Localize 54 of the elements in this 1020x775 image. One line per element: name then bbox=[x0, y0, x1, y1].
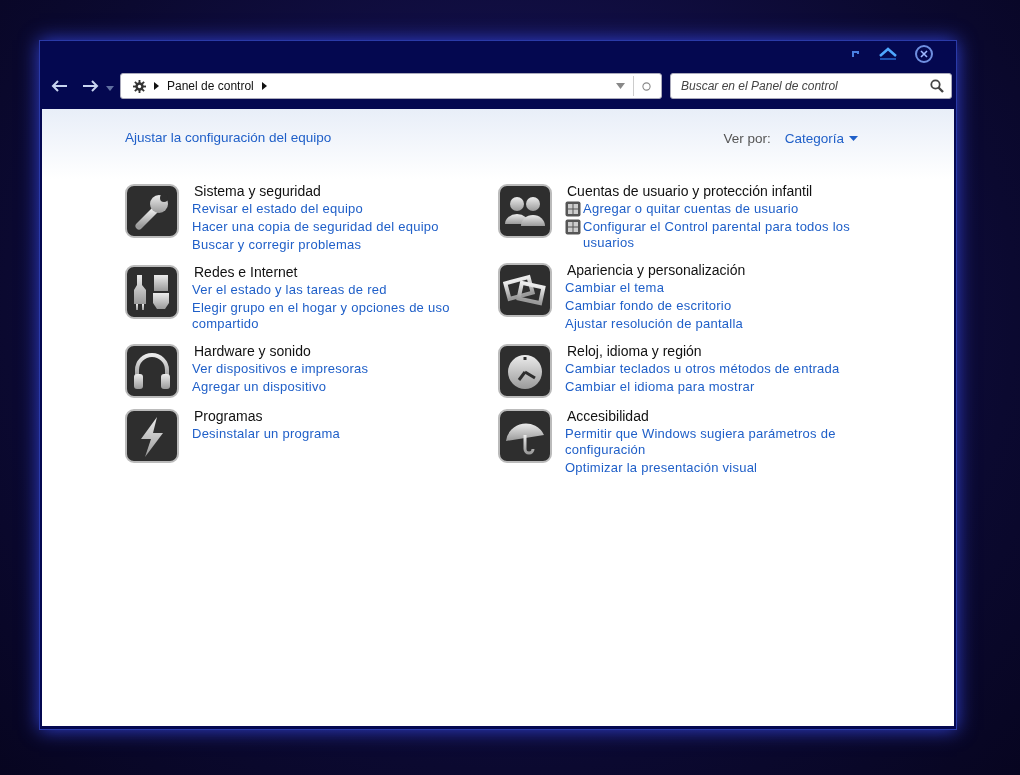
category-title[interactable]: Apariencia y personalización bbox=[567, 261, 746, 279]
task-link[interactable]: Cambiar el tema bbox=[565, 279, 665, 297]
windows-shield-icon bbox=[565, 201, 581, 217]
task-link[interactable]: Agregar un dispositivo bbox=[192, 378, 327, 396]
task-link[interactable]: Elegir grupo en el hogar y opciones de uso compartido bbox=[192, 299, 467, 333]
task-link[interactable]: Cambiar el idioma para mostrar bbox=[565, 378, 755, 396]
category-title[interactable]: Redes e Internet bbox=[194, 263, 467, 281]
category-title[interactable]: Accesibilidad bbox=[567, 407, 840, 425]
task-link[interactable]: Ajustar resolución de pantalla bbox=[565, 315, 744, 333]
task-link[interactable]: Desinstalar un programa bbox=[192, 425, 341, 443]
task-link[interactable]: Cambiar teclados u otros métodos de entrada bbox=[565, 360, 840, 378]
category-title[interactable]: Hardware y sonido bbox=[194, 342, 369, 360]
forward-arrow-icon[interactable] bbox=[82, 79, 100, 93]
task-link[interactable]: Ver dispositivos e impresoras bbox=[192, 360, 369, 378]
dropdown-caret-icon[interactable] bbox=[616, 83, 625, 89]
task-link[interactable]: Revisar el estado del equipo bbox=[192, 200, 364, 218]
task-link[interactable]: Permitir que Windows sugiera parámetros de configuración bbox=[565, 425, 840, 459]
task-link[interactable]: Ver el estado y las tareas de red bbox=[192, 281, 387, 299]
photos-icon[interactable] bbox=[498, 263, 552, 317]
category-title[interactable]: Sistema y seguridad bbox=[194, 182, 439, 200]
maximize-icon[interactable] bbox=[878, 47, 898, 61]
dropdown-caret-icon[interactable] bbox=[849, 136, 858, 141]
chevron-icon[interactable] bbox=[154, 82, 159, 90]
back-arrow-icon[interactable] bbox=[50, 79, 68, 93]
search-field[interactable]: Buscar en el Panel de control bbox=[670, 73, 952, 99]
task-link[interactable]: Cambiar fondo de escritorio bbox=[565, 297, 732, 315]
refresh-icon[interactable] bbox=[642, 81, 651, 91]
umbrella-icon[interactable] bbox=[498, 409, 552, 463]
minimize-icon[interactable] bbox=[850, 48, 862, 60]
task-link[interactable]: Hacer una copia de seguridad del equipo bbox=[192, 218, 439, 236]
caret-icon[interactable] bbox=[106, 85, 114, 91]
plug-icon[interactable] bbox=[125, 265, 179, 319]
page-heading: Ajustar la configuración del equipo bbox=[125, 129, 333, 145]
clock-icon[interactable] bbox=[498, 344, 552, 398]
view-by-label: Ver por: bbox=[723, 131, 771, 146]
category-title[interactable]: Programas bbox=[194, 407, 341, 425]
task-link[interactable]: Agregar o quitar cuentas de usuario bbox=[583, 200, 799, 218]
close-icon[interactable] bbox=[914, 44, 934, 64]
category-title[interactable]: Reloj, idioma y región bbox=[567, 342, 840, 360]
breadcrumb[interactable]: Panel de control bbox=[167, 79, 254, 93]
gear-icon bbox=[133, 79, 146, 93]
view-by-dropdown[interactable]: Categoría bbox=[784, 131, 858, 146]
chevron-icon[interactable] bbox=[261, 82, 267, 90]
wrench-icon[interactable] bbox=[125, 184, 179, 238]
task-link[interactable]: Buscar y corregir problemas bbox=[192, 236, 362, 254]
search-icon[interactable] bbox=[930, 79, 944, 93]
bolt-icon[interactable] bbox=[125, 409, 179, 463]
address-bar[interactable]: Panel de control bbox=[120, 73, 662, 99]
users-icon[interactable] bbox=[498, 184, 552, 238]
category-title[interactable]: Cuentas de usuario y protección infantil bbox=[567, 182, 858, 200]
headphones-icon[interactable] bbox=[125, 344, 179, 398]
task-link[interactable]: Optimizar la presentación visual bbox=[565, 459, 758, 477]
task-link[interactable]: Configurar el Control parental para todos los usuarios bbox=[583, 218, 858, 252]
windows-shield-icon bbox=[565, 219, 581, 235]
